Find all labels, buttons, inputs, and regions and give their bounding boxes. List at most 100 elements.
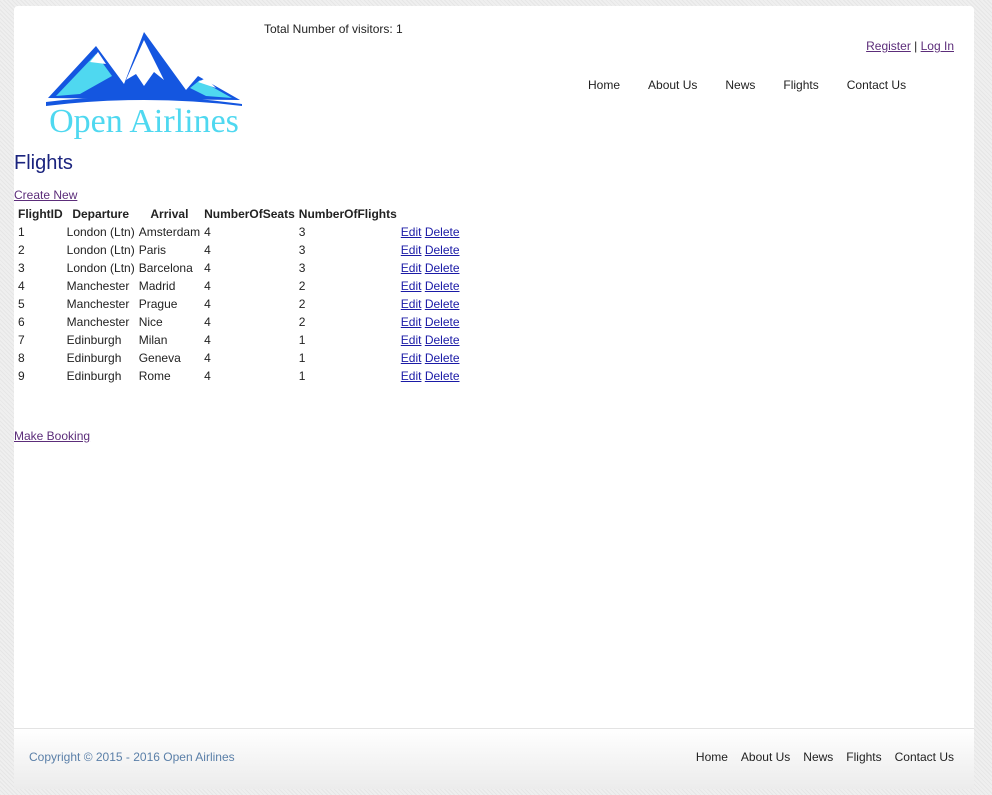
cell-number-of-seats: 4 [204, 279, 211, 293]
delete-link[interactable]: Delete [425, 243, 460, 257]
row-actions: Edit Delete [400, 295, 461, 313]
row-actions: Edit Delete [400, 367, 461, 385]
cell-number-of-seats: 4 [204, 225, 211, 239]
cell-number-of-seats: 4 [204, 369, 211, 383]
nav-about-us[interactable]: About Us [648, 78, 697, 92]
auth-links: Register | Log In [866, 39, 954, 53]
cell-number-of-seats: 4 [204, 351, 211, 365]
table-row: 1 London (Ltn) Amsterdam 4 3 Edit Delete [17, 223, 461, 241]
table-row: 4 Manchester Madrid 4 2 Edit Delete [17, 277, 461, 295]
delete-link[interactable]: Delete [425, 297, 460, 311]
cell-number-of-seats: 4 [204, 261, 211, 275]
cell-flight-id: 8 [18, 351, 25, 365]
delete-link[interactable]: Delete [425, 279, 460, 293]
cell-number-of-flights: 1 [298, 351, 306, 365]
main-nav: Home About Us News Flights Contact Us [588, 78, 906, 92]
cell-flight-id: 3 [18, 261, 25, 275]
col-arrival: Arrival [150, 207, 189, 221]
register-link[interactable]: Register [866, 39, 911, 53]
delete-link[interactable]: Delete [425, 369, 460, 383]
col-number-of-flights: NumberOfFlights [298, 207, 397, 221]
cell-number-of-flights: 2 [298, 279, 306, 293]
cell-arrival: Milan [138, 333, 168, 347]
cell-number-of-seats: 4 [204, 333, 211, 347]
create-new-link[interactable]: Create New [14, 188, 77, 202]
edit-link[interactable]: Edit [401, 315, 422, 329]
row-actions: Edit Delete [400, 241, 461, 259]
footer-nav-flights[interactable]: Flights [846, 750, 881, 764]
cell-number-of-flights: 3 [298, 243, 306, 257]
nav-flights[interactable]: Flights [783, 78, 818, 92]
row-actions: Edit Delete [400, 331, 461, 349]
edit-link[interactable]: Edit [401, 261, 422, 275]
cell-arrival: Prague [138, 297, 178, 311]
row-actions: Edit Delete [400, 223, 461, 241]
auth-separator: | [914, 39, 918, 53]
logo-mountains-icon: Open Airlines [46, 32, 242, 140]
delete-link[interactable]: Delete [425, 225, 460, 239]
logo[interactable]: Open Airlines [46, 32, 242, 140]
cell-flight-id: 7 [18, 333, 25, 347]
login-link[interactable]: Log In [921, 39, 954, 53]
delete-link[interactable]: Delete [425, 351, 460, 365]
footer-nav: Home About Us News Flights Contact Us [696, 750, 954, 764]
cell-number-of-flights: 2 [298, 297, 306, 311]
footer-nav-home[interactable]: Home [696, 750, 728, 764]
make-booking-link[interactable]: Make Booking [14, 429, 90, 443]
edit-link[interactable]: Edit [401, 369, 422, 383]
table-row: 7 Edinburgh Milan 4 1 Edit Delete [17, 331, 461, 349]
cell-departure: Manchester [66, 315, 130, 329]
footer-nav-about-us[interactable]: About Us [741, 750, 790, 764]
cell-departure: Edinburgh [66, 351, 122, 365]
table-row: 6 Manchester Nice 4 2 Edit Delete [17, 313, 461, 331]
cell-number-of-flights: 1 [298, 369, 306, 383]
edit-link[interactable]: Edit [401, 225, 422, 239]
visitor-counter: Total Number of visitors: 1 [264, 22, 403, 36]
row-actions: Edit Delete [400, 277, 461, 295]
delete-link[interactable]: Delete [425, 315, 460, 329]
edit-link[interactable]: Edit [401, 243, 422, 257]
cell-arrival: Amsterdam [138, 225, 201, 239]
cell-departure: Manchester [66, 279, 130, 293]
cell-flight-id: 1 [18, 225, 25, 239]
col-actions [400, 205, 461, 223]
footer-nav-contact-us[interactable]: Contact Us [895, 750, 954, 764]
table-row: 2 London (Ltn) Paris 4 3 Edit Delete [17, 241, 461, 259]
cell-arrival: Nice [138, 315, 163, 329]
cell-number-of-seats: 4 [204, 315, 211, 329]
table-row: 3 London (Ltn) Barcelona 4 3 Edit Delete [17, 259, 461, 277]
cell-arrival: Geneva [138, 351, 181, 365]
flights-table: FlightID Departure Arrival NumberOfSeats… [15, 205, 463, 385]
row-actions: Edit Delete [400, 259, 461, 277]
cell-arrival: Rome [138, 369, 171, 383]
cell-number-of-flights: 1 [298, 333, 306, 347]
footer-nav-news[interactable]: News [803, 750, 833, 764]
cell-departure: Edinburgh [66, 369, 122, 383]
cell-number-of-flights: 3 [298, 261, 306, 275]
cell-departure: London (Ltn) [66, 261, 135, 275]
row-actions: Edit Delete [400, 349, 461, 367]
cell-departure: Manchester [66, 297, 130, 311]
delete-link[interactable]: Delete [425, 261, 460, 275]
col-number-of-seats: NumberOfSeats [204, 207, 295, 221]
table-row: 8 Edinburgh Geneva 4 1 Edit Delete [17, 349, 461, 367]
nav-contact-us[interactable]: Contact Us [847, 78, 906, 92]
cell-flight-id: 9 [18, 369, 25, 383]
table-row: 5 Manchester Prague 4 2 Edit Delete [17, 295, 461, 313]
cell-number-of-seats: 4 [204, 243, 211, 257]
nav-news[interactable]: News [725, 78, 755, 92]
cell-number-of-flights: 3 [298, 225, 306, 239]
nav-home[interactable]: Home [588, 78, 620, 92]
edit-link[interactable]: Edit [401, 297, 422, 311]
edit-link[interactable]: Edit [401, 333, 422, 347]
table-row: 9 Edinburgh Rome 4 1 Edit Delete [17, 367, 461, 385]
cell-flight-id: 4 [18, 279, 25, 293]
copyright: Copyright © 2015 - 2016 Open Airlines [29, 750, 235, 764]
page-title: Flights [14, 152, 73, 174]
page: Total Number of visitors: 1 Register | L… [14, 6, 974, 789]
edit-link[interactable]: Edit [401, 279, 422, 293]
edit-link[interactable]: Edit [401, 351, 422, 365]
cell-arrival: Madrid [138, 279, 176, 293]
delete-link[interactable]: Delete [425, 333, 460, 347]
row-actions: Edit Delete [400, 313, 461, 331]
